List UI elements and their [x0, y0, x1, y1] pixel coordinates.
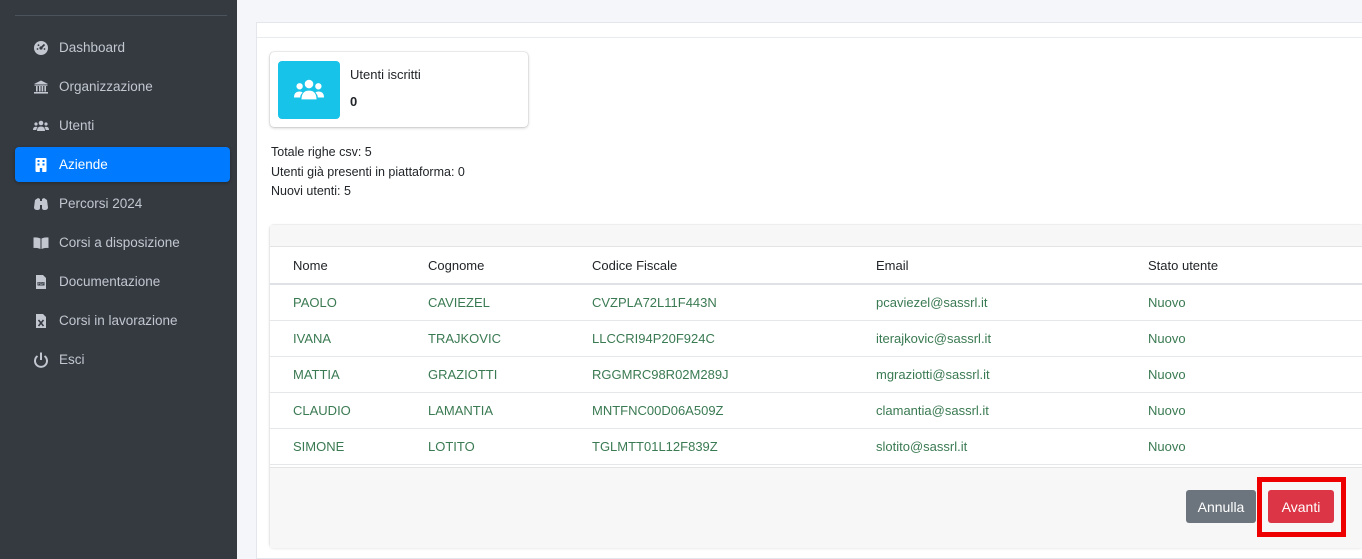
cell-stato: Nuovo	[1148, 428, 1362, 465]
sidebar-item-label: Documentazione	[59, 274, 161, 289]
card-divider	[257, 37, 1362, 38]
dashboard-gauge-icon	[33, 40, 49, 56]
sidebar-item-utenti[interactable]: Utenti	[15, 108, 230, 143]
column-header-cognome: Cognome	[428, 247, 592, 285]
sidebar-item-label: Corsi a disposizione	[59, 235, 180, 250]
binoculars-icon	[33, 196, 49, 212]
sidebar-item-esci[interactable]: Esci	[15, 342, 230, 377]
table-row: CLAUDIO LAMANTIA MNTFNC00D06A509Z claman…	[270, 392, 1362, 429]
cell-codice-fiscale: CVZPLA72L11F443N	[592, 284, 876, 321]
users-icon	[278, 61, 340, 119]
users-icon	[33, 118, 49, 134]
sidebar-nav: Dashboard Organizzazione Utenti Aziende …	[15, 30, 230, 381]
column-header-codice-fiscale: Codice Fiscale	[592, 247, 876, 285]
next-button[interactable]: Avanti	[1268, 490, 1334, 523]
cell-codice-fiscale: TGLMTT01L12F839Z	[592, 428, 876, 465]
building-icon	[33, 157, 49, 173]
table-header-row: Nome Cognome Codice Fiscale Email Stato …	[270, 247, 1362, 285]
cell-stato: Nuovo	[1148, 284, 1362, 321]
svg-text:PDF: PDF	[38, 281, 45, 285]
cell-email: clamantia@sassrl.it	[876, 392, 1148, 429]
table-row: PAOLO CAVIEZEL CVZPLA72L11F443N pcavieze…	[270, 284, 1362, 321]
info-box-label: Utenti iscritti	[350, 67, 421, 82]
cell-stato: Nuovo	[1148, 320, 1362, 357]
cell-nome: PAOLO	[270, 284, 428, 321]
cell-codice-fiscale: MNTFNC00D06A509Z	[592, 392, 876, 429]
cell-cognome: GRAZIOTTI	[428, 356, 592, 393]
sidebar-item-label: Organizzazione	[59, 79, 153, 94]
cell-email: slotito@sassrl.it	[876, 428, 1148, 465]
cell-codice-fiscale: RGGMRC98R02M289J	[592, 356, 876, 393]
sidebar-item-label: Aziende	[59, 157, 108, 172]
info-box-utenti-iscritti: Utenti iscritti 0	[270, 52, 528, 127]
table-row: IVANA TRAJKOVIC LLCCRI94P20F924C iterajk…	[270, 320, 1362, 357]
stat-existing-users: Utenti già presenti in piattaforma: 0	[271, 164, 465, 179]
sidebar-item-label: Corsi in lavorazione	[59, 313, 178, 328]
sidebar-divider	[15, 15, 227, 16]
column-header-email: Email	[876, 247, 1148, 285]
cell-cognome: LOTITO	[428, 428, 592, 465]
sidebar-item-percorsi[interactable]: Percorsi 2024	[15, 186, 230, 221]
cell-nome: CLAUDIO	[270, 392, 428, 429]
sidebar-item-corsi-lavorazione[interactable]: Corsi in lavorazione	[15, 303, 230, 338]
sidebar-item-aziende[interactable]: Aziende	[15, 147, 230, 182]
cell-email: pcaviezel@sassrl.it	[876, 284, 1148, 321]
table-row: SIMONE LOTITO TGLMTT01L12F839Z slotito@s…	[270, 428, 1362, 465]
column-header-nome: Nome	[270, 247, 428, 285]
cancel-button[interactable]: Annulla	[1186, 490, 1256, 523]
cell-nome: SIMONE	[270, 428, 428, 465]
power-icon	[33, 352, 49, 368]
institution-icon	[33, 79, 49, 95]
stat-total-rows: Totale righe csv: 5	[271, 145, 372, 159]
cell-nome: MATTIA	[270, 356, 428, 393]
cell-nome: IVANA	[270, 320, 428, 357]
sidebar-item-organizzazione[interactable]: Organizzazione	[15, 69, 230, 104]
sidebar-item-documentazione[interactable]: PDF Documentazione	[15, 264, 230, 299]
table-row: MATTIA GRAZIOTTI RGGMRC98R02M289J mgrazi…	[270, 356, 1362, 393]
sidebar-item-label: Esci	[59, 352, 85, 367]
cell-stato: Nuovo	[1148, 392, 1362, 429]
sidebar-item-corsi-disposizione[interactable]: Corsi a disposizione	[15, 225, 230, 260]
import-stats: Totale righe csv: 5 Utenti già presenti …	[271, 143, 465, 202]
sidebar-item-dashboard[interactable]: Dashboard	[15, 30, 230, 65]
sidebar: Dashboard Organizzazione Utenti Aziende …	[0, 0, 237, 559]
book-open-icon	[33, 235, 49, 251]
cell-email: iterajkovic@sassrl.it	[876, 320, 1148, 357]
sidebar-item-label: Utenti	[59, 118, 95, 133]
stat-new-users: Nuovi utenti: 5	[271, 184, 351, 198]
cell-cognome: LAMANTIA	[428, 392, 592, 429]
cell-email: mgraziotti@sassrl.it	[876, 356, 1148, 393]
users-table: Nome Cognome Codice Fiscale Email Stato …	[270, 247, 1362, 465]
pdf-file-icon: PDF	[33, 274, 49, 290]
table-card-header	[270, 225, 1362, 247]
cell-codice-fiscale: LLCCRI94P20F924C	[592, 320, 876, 357]
excel-file-icon	[33, 313, 49, 329]
cell-cognome: CAVIEZEL	[428, 284, 592, 321]
sidebar-item-label: Dashboard	[59, 40, 126, 55]
column-header-stato-utente: Stato utente	[1148, 247, 1362, 285]
cell-stato: Nuovo	[1148, 356, 1362, 393]
sidebar-item-label: Percorsi 2024	[59, 196, 143, 211]
cell-cognome: TRAJKOVIC	[428, 320, 592, 357]
info-box-value: 0	[350, 94, 358, 109]
